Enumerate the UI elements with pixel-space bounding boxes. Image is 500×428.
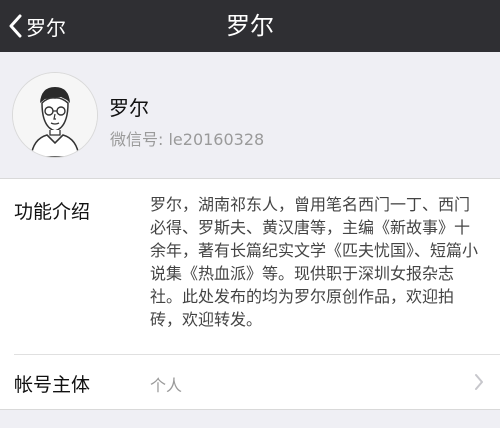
profile-header: 罗尔 微信号: le20160328 bbox=[0, 68, 500, 168]
page-title: 罗尔 bbox=[226, 12, 274, 40]
account-name: 罗尔 bbox=[109, 96, 149, 120]
owner-label: 帐号主体 bbox=[14, 374, 91, 396]
intro-text: 罗尔，湖南祁东人，曾用笔名西门一丁、西门必得、罗斯夫、黄汉唐等，主编《新故事》十… bbox=[150, 195, 479, 329]
account-owner-row[interactable]: 帐号主体 个人 bbox=[0, 355, 500, 409]
owner-value: 个人 bbox=[150, 376, 183, 395]
chevron-right-icon bbox=[474, 373, 484, 395]
portrait-avatar-icon bbox=[13, 73, 97, 157]
account-info-card: 功能介绍 罗尔，湖南祁东人，曾用笔名西门一丁、西门必得、罗斯夫、黄汉唐等，主编《… bbox=[0, 178, 500, 410]
navigation-bar: 罗尔 罗尔 bbox=[0, 0, 500, 52]
avatar[interactable] bbox=[12, 72, 98, 158]
wechat-id: 微信号: le20160328 bbox=[110, 130, 265, 149]
intro-label: 功能介绍 bbox=[14, 201, 91, 223]
